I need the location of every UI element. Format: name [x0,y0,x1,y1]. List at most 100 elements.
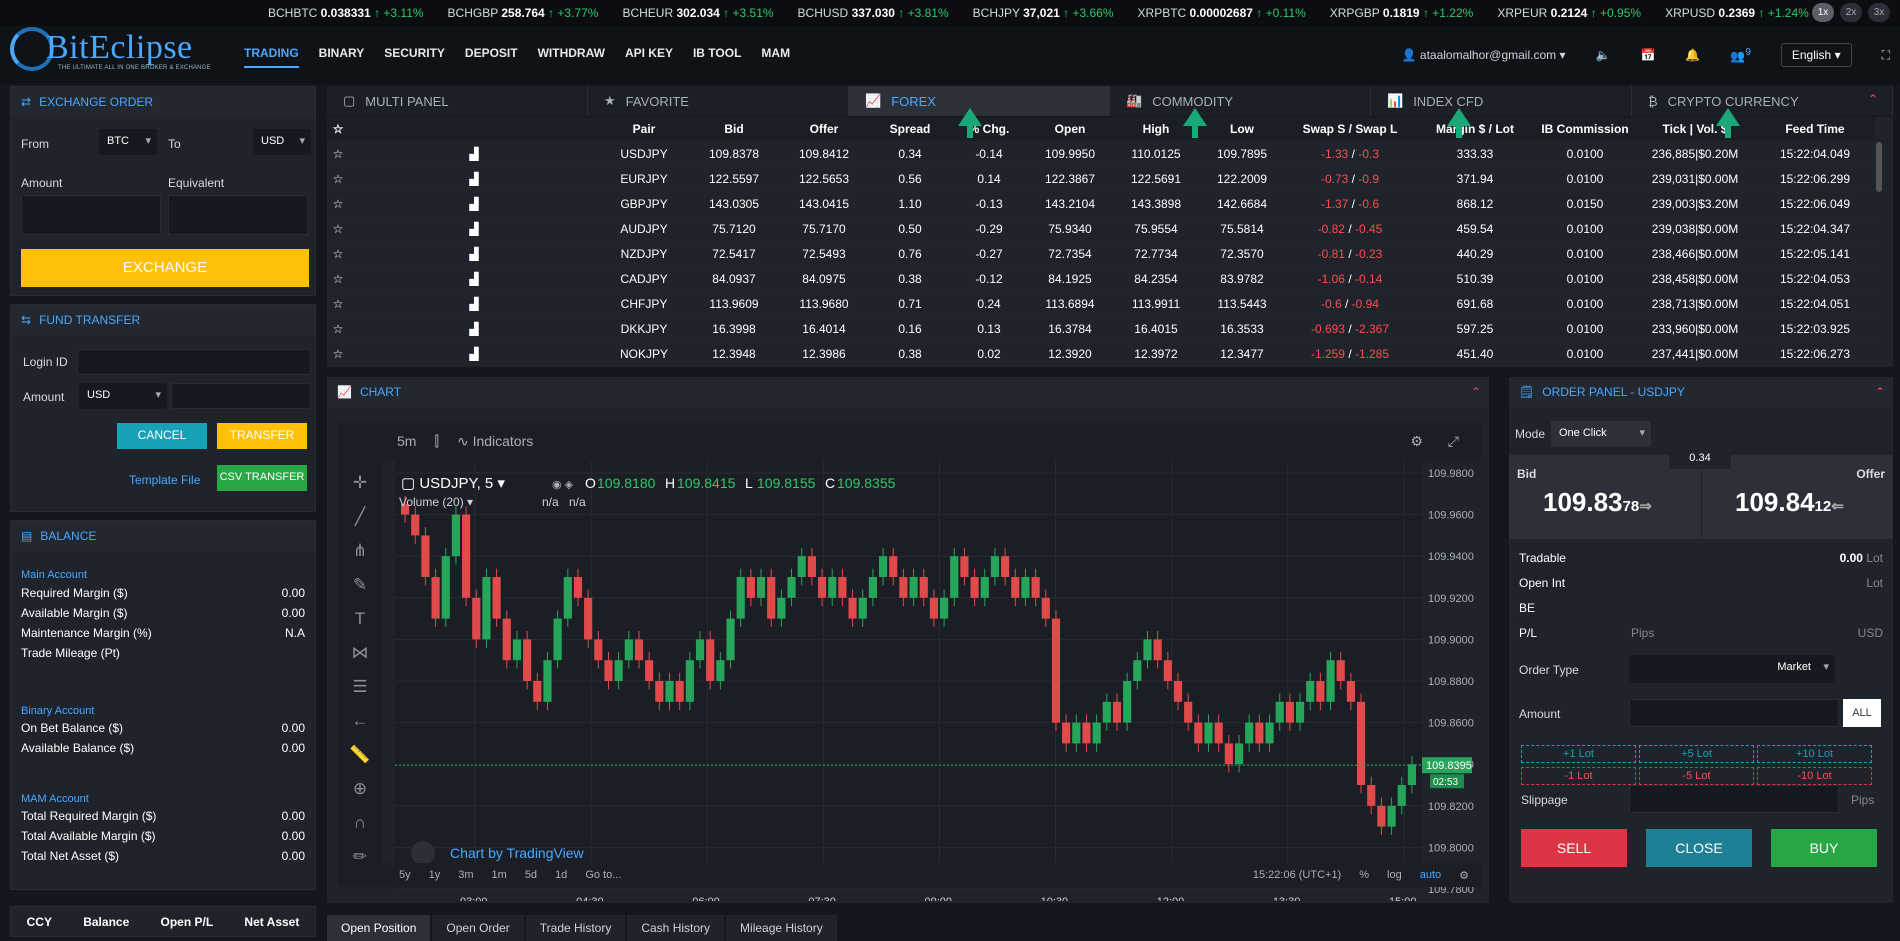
mini-chart-icon[interactable]: ▟ [349,240,599,266]
auto-toggle[interactable]: auto [1420,869,1441,882]
bottom-tab-open-order[interactable]: Open Order [432,915,524,941]
quote-pair[interactable]: EURJPY [599,165,689,191]
amount-input[interactable] [21,195,161,235]
slippage-input[interactable] [1629,785,1839,813]
quote-bid[interactable]: 109.8378 [689,140,779,166]
table-row[interactable]: ☆ ▟ AUDJPY 75.7120 75.7170 0.50 -0.29 75.9340 75… [327,215,1875,241]
mode-select[interactable]: One Click [1551,421,1651,447]
settings-icon[interactable]: ⚙ [1410,433,1423,450]
chart-settings-icon[interactable]: ⚙ [1459,869,1469,882]
lot-minus-button[interactable]: -5 Lot [1639,767,1754,785]
order-amount-input[interactable] [1629,699,1839,727]
price-chart[interactable]: 109.9800 109.9600 109.9400 109.9200 109.9000… [327,461,1483,901]
table-row[interactable]: ☆ ▟ CHFJPY 113.9609 113.9680 0.71 0.24 113.6894… [327,290,1875,316]
quote-pair[interactable]: CADJPY [599,265,689,291]
quote-offer[interactable]: 143.0415 [779,190,869,216]
range-button[interactable]: 1m [492,869,507,881]
star-icon[interactable]: ☆ [327,265,349,291]
quote-pair[interactable]: GBPJPY [599,190,689,216]
quote-pair[interactable]: NZDJPY [599,240,689,266]
buy-button[interactable]: BUY [1771,829,1877,867]
users-icon[interactable]: 👥9 [1730,47,1751,63]
quote-bid[interactable]: 16.3998 [689,315,779,341]
table-row[interactable]: ☆ ▟ GBPJPY 143.0305 143.0415 1.10 -0.13 143.210… [327,190,1875,216]
mini-chart-icon[interactable]: ▟ [349,340,599,366]
chart-symbol[interactable]: ▢ USDJPY, 5 ▾ [401,475,505,492]
menu-security[interactable]: SECURITY [384,46,445,68]
quote-pair[interactable]: USDJPY [599,140,689,166]
mini-chart-icon[interactable]: ▟ [349,265,599,291]
range-button[interactable]: 1y [429,869,441,881]
star-icon[interactable]: ☆ [327,215,349,241]
quote-offer[interactable]: 122.5653 [779,165,869,191]
mini-chart-icon[interactable]: ▟ [349,190,599,216]
order-collapse-icon[interactable]: ⌃ [1875,385,1885,399]
sell-button[interactable]: SELL [1521,829,1627,867]
ticker-item[interactable]: BCHBTC 0.038331 ↑ +3.11% [268,6,424,20]
ticker-item[interactable]: XRPBTC 0.00002687 ↑ +0.11% [1138,6,1306,20]
to-select[interactable]: USD [253,129,311,155]
mini-chart-icon[interactable]: ▟ [349,140,599,166]
bottom-tab-cash-history[interactable]: Cash History [627,915,725,941]
quote-bid[interactable]: 113.9609 [689,290,779,316]
table-row[interactable]: ☆ ▟ NZDJPY 72.5417 72.5493 0.76 -0.27 72.7354 72… [327,240,1875,266]
quote-bid[interactable]: 143.0305 [689,190,779,216]
bottom-tab-trade-history[interactable]: Trade History [525,915,626,941]
order-type-select[interactable]: Market [1629,655,1835,683]
range-button[interactable]: 5y [399,869,411,881]
volume-icon[interactable]: 🔈 [1596,48,1611,62]
fund-amount-input[interactable] [171,383,311,409]
indicators-button[interactable]: ∿ Indicators [457,433,533,450]
currency-select[interactable]: USD [79,383,167,409]
quote-pair[interactable]: CHFJPY [599,290,689,316]
tab-index-cfd[interactable]: 📊 INDEX CFD [1371,86,1632,116]
star-icon[interactable]: ☆ [327,340,349,366]
star-icon[interactable]: ☆ [327,240,349,266]
tab-commodity[interactable]: 🏭 COMMODITY [1110,86,1371,116]
quote-bid[interactable]: 122.5597 [689,165,779,191]
menu-trading[interactable]: TRADING [244,46,299,68]
quote-scrollbar[interactable] [1876,142,1882,192]
quote-offer[interactable]: 84.0975 [779,265,869,291]
mini-chart-icon[interactable]: ▟ [349,215,599,241]
table-row[interactable]: ☆ ▟ NOKJPY 12.3948 12.3986 0.38 0.02 12.3920 12.… [327,340,1875,366]
tab-multi-panel[interactable]: ▢ MULTI PANEL [327,86,588,116]
range-button[interactable]: 3m [458,869,473,881]
star-icon[interactable]: ☆ [327,140,349,166]
star-icon[interactable]: ☆ [327,165,349,191]
user-menu[interactable]: 👤 ataalomalhor@gmail.com ▾ [1402,48,1566,62]
csv-transfer-button[interactable]: CSV TRANSFER [217,465,307,491]
range-button[interactable]: 1d [555,869,567,881]
tab-crypto-currency[interactable]: ₿ CRYPTO CURRENCY [1632,86,1893,116]
ticker-item[interactable]: XRPGBP 0.1819 ↑ +1.22% [1330,6,1474,20]
quote-bid[interactable]: 12.3948 [689,340,779,366]
table-row[interactable]: ☆ ▟ USDJPY 109.8378 109.8412 0.34 -0.14 109.995… [327,140,1875,166]
tab-favorite[interactable]: ★ FAVORITE [588,86,849,116]
menu-ib-tool[interactable]: IB TOOL [693,46,741,68]
star-icon[interactable]: ☆ [327,290,349,316]
log-toggle[interactable]: log [1387,869,1402,882]
lot-minus-button[interactable]: -10 Lot [1757,767,1872,785]
chart-collapse-icon[interactable]: ⌃ [1471,385,1481,399]
menu-mam[interactable]: MAM [761,46,790,68]
expand-icon[interactable]: ⤢ [1448,433,1459,450]
menu-api-key[interactable]: API KEY [625,46,673,68]
all-button[interactable]: ALL [1843,699,1881,727]
bottom-tab-mileage-history[interactable]: Mileage History [726,915,837,941]
speed-1x-button[interactable]: 1x [1812,3,1834,22]
ticker-item[interactable]: XRPUSD 0.2369 ↑ +1.24% [1665,6,1809,20]
mini-chart-icon[interactable]: ▟ [349,290,599,316]
lot-plus-button[interactable]: +1 Lot [1521,745,1636,763]
quote-offer[interactable]: 16.4014 [779,315,869,341]
from-select[interactable]: BTC [99,129,157,155]
template-file-link[interactable]: Template File [129,473,200,487]
fullscreen-icon[interactable]: ⛶ [1882,48,1890,63]
cancel-button[interactable]: CANCEL [117,423,207,449]
lot-plus-button[interactable]: +5 Lot [1639,745,1754,763]
quote-offer[interactable]: 75.7170 [779,215,869,241]
close-button[interactable]: CLOSE [1646,829,1752,867]
candles-icon[interactable]: ⫿ [434,433,438,450]
table-row[interactable]: ☆ ▟ DKKJPY 16.3998 16.4014 0.16 0.13 16.3784 16.… [327,315,1875,341]
bottom-tab-open-position[interactable]: Open Position [327,915,431,941]
star-icon[interactable]: ☆ [327,190,349,216]
